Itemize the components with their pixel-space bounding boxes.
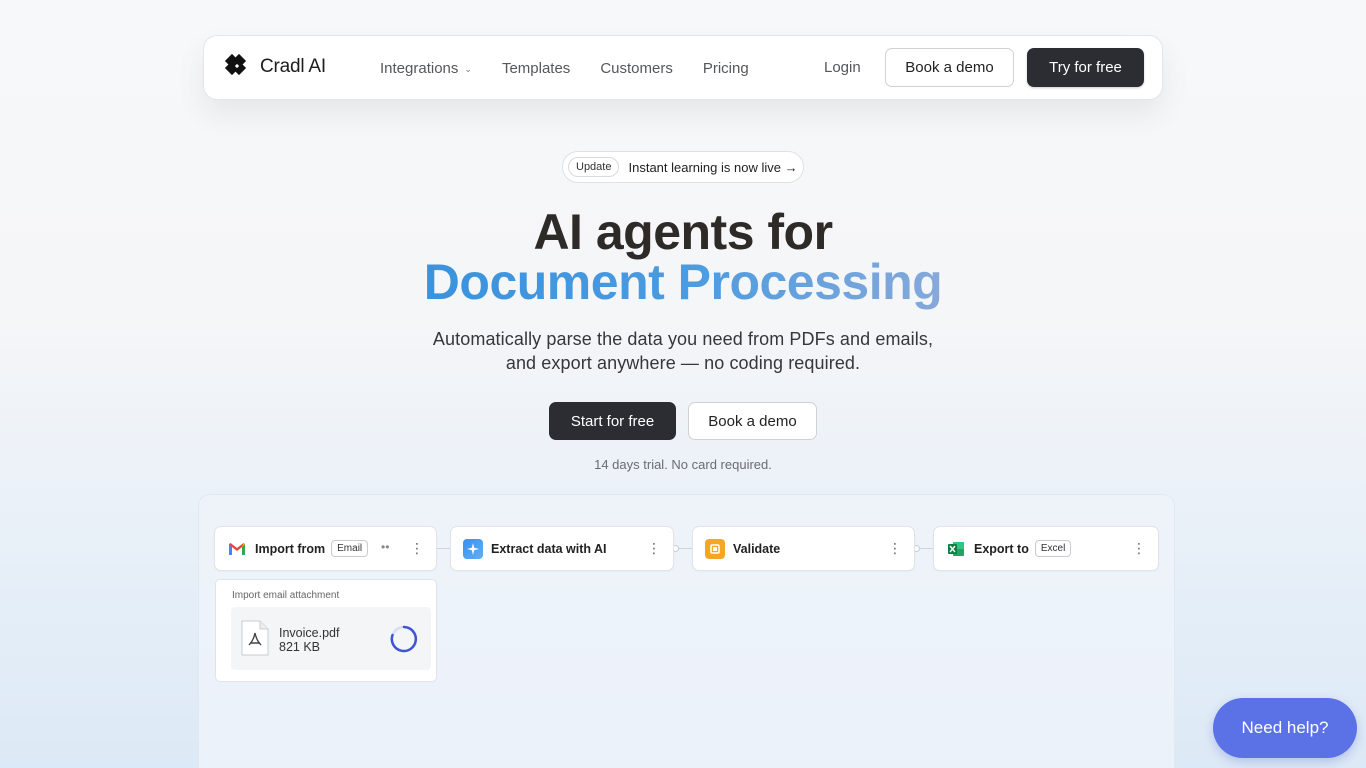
chevron-down-icon: ⌄ xyxy=(464,64,472,74)
try-free-button[interactable]: Try for free xyxy=(1027,48,1144,87)
announcement-pill[interactable]: Update Instant learning is now live → xyxy=(562,151,804,183)
hero-book-demo-button[interactable]: Book a demo xyxy=(688,402,817,440)
kebab-menu-icon[interactable]: ⋮ xyxy=(1132,541,1146,555)
attachment-card-title: Import email attachment xyxy=(232,590,340,601)
loading-spinner-icon xyxy=(389,624,419,659)
workflow-node-validate[interactable]: Validate ⋮ xyxy=(692,526,915,571)
top-navbar: Cradl AI Integrations ⌄ Templates Custom… xyxy=(203,35,1163,100)
connector-line xyxy=(437,548,450,549)
nav-customers[interactable]: Customers xyxy=(600,60,673,77)
kebab-menu-icon[interactable]: ⋮ xyxy=(647,541,661,555)
node-tag-excel[interactable]: Excel xyxy=(1034,540,1072,557)
hero-subtitle-line1: Automatically parse the data you need fr… xyxy=(432,329,934,349)
email-attachment-card: Import email attachment Invoice.pdf 821 … xyxy=(215,579,437,682)
hero-subtitle-line2: and export anywhere — no coding required… xyxy=(505,353,861,373)
node-label: Import from xyxy=(255,541,326,556)
nav-templates[interactable]: Templates xyxy=(502,60,570,77)
pdf-file-icon xyxy=(240,620,270,661)
nav-integrations-label: Integrations xyxy=(380,60,459,77)
sparkle-icon xyxy=(463,538,483,559)
nav-integrations[interactable]: Integrations ⌄ xyxy=(380,60,472,77)
workflow-node-export[interactable]: Export to Excel ⋮ xyxy=(933,526,1159,571)
hero-title-gradient-text: Document Processing xyxy=(423,254,943,310)
need-help-button[interactable]: Need help? xyxy=(1213,698,1357,758)
announcement-text: Instant learning is now live → xyxy=(628,159,798,175)
update-badge: Update xyxy=(568,157,620,177)
workflow-node-extract[interactable]: Extract data with AI ⋮ xyxy=(450,526,674,571)
gmail-icon xyxy=(227,539,247,559)
file-size: 821 KB xyxy=(279,640,321,654)
node-label: Export to xyxy=(974,541,1029,556)
node-label: Validate xyxy=(733,541,781,556)
login-link[interactable]: Login xyxy=(824,59,861,76)
hero-title-highlight: Document Processing xyxy=(0,253,1366,311)
node-tag-email[interactable]: Email xyxy=(331,540,369,557)
file-name: Invoice.pdf xyxy=(279,626,340,640)
kebab-menu-icon[interactable]: ⋮ xyxy=(888,541,902,555)
brand-logo[interactable]: Cradl AI xyxy=(224,53,326,81)
start-free-button[interactable]: Start for free xyxy=(549,402,676,440)
attachment-file[interactable]: Invoice.pdf 821 KB xyxy=(231,607,431,670)
hero-subtitle: Automatically parse the data you need fr… xyxy=(0,327,1366,375)
excel-icon xyxy=(946,539,966,559)
loading-dots-icon: •• xyxy=(381,540,390,554)
kebab-menu-icon[interactable]: ⋮ xyxy=(410,541,424,555)
brand-name: Cradl AI xyxy=(260,56,326,77)
nav-links: Integrations ⌄ Templates Customers Prici… xyxy=(380,36,779,101)
trial-note: 14 days trial. No card required. xyxy=(594,457,772,472)
workflow-node-import[interactable]: Import from Email •• ⋮ xyxy=(214,526,437,571)
nav-pricing[interactable]: Pricing xyxy=(703,60,749,77)
validate-icon xyxy=(705,538,725,559)
book-demo-button[interactable]: Book a demo xyxy=(885,48,1014,87)
cradl-logo-icon xyxy=(224,53,252,81)
node-label: Extract data with AI xyxy=(491,541,607,556)
